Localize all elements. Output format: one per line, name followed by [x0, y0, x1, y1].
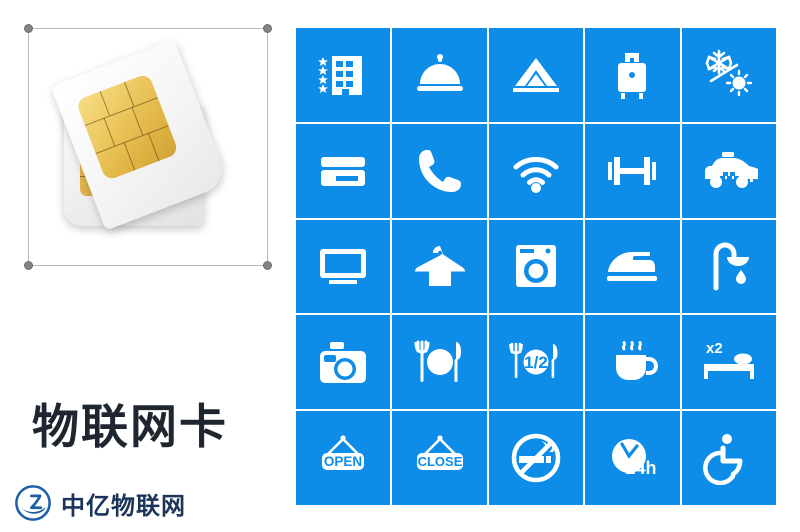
telephone-icon — [418, 149, 461, 192]
resize-handle-bottom-right[interactable] — [263, 261, 272, 270]
wheelchair-access-icon — [702, 434, 743, 486]
camera-icon — [320, 342, 367, 384]
dumbbell-gym-icon — [608, 156, 657, 185]
tile-telephone[interactable] — [392, 123, 487, 218]
frame-line-left — [28, 28, 29, 266]
restaurant-icon — [414, 340, 461, 383]
frame-line-bottom — [28, 265, 268, 266]
tile-wardrobe[interactable] — [392, 219, 487, 314]
tile-restaurant[interactable] — [392, 315, 487, 410]
tile-photography[interactable] — [296, 315, 391, 410]
washing-machine-icon — [515, 245, 556, 288]
watermark: 中亿物联网 — [14, 484, 186, 522]
tile-24-hour[interactable]: 24h — [585, 411, 680, 505]
credit-card-icon — [321, 156, 366, 186]
frame-line-top — [28, 28, 268, 29]
sim-card-illustration — [42, 39, 254, 248]
room-service-bell-icon — [416, 53, 463, 91]
zhongyi-circular-logo-icon — [15, 485, 51, 521]
double-bed-count-label: x2 — [706, 340, 723, 357]
frame-line-right — [267, 28, 268, 266]
hotel-stars-icon — [318, 55, 363, 95]
tile-no-smoking[interactable] — [488, 411, 584, 505]
24-hour-label: 24h — [626, 458, 657, 478]
tile-open-sign[interactable]: OPEN — [296, 411, 391, 505]
amenity-icon-grid: 1/2 x2 OPEN CLOSE 24h — [296, 28, 776, 505]
wifi-icon — [513, 156, 559, 193]
close-sign-label: CLOSE — [417, 454, 462, 469]
air-conditioning-icon — [705, 49, 752, 97]
page-title: 物联网卡 — [32, 400, 228, 455]
tile-gym[interactable] — [585, 123, 680, 218]
resize-handle-top-left[interactable] — [24, 24, 33, 33]
tile-credit-card[interactable] — [296, 123, 391, 218]
tile-wifi[interactable] — [488, 123, 584, 218]
tile-shower[interactable] — [681, 219, 776, 314]
tile-camping[interactable] — [488, 28, 584, 122]
double-bed-icon: x2 — [703, 340, 754, 380]
half-board-icon: 1/2 — [509, 342, 558, 379]
tile-wheelchair-access[interactable] — [681, 411, 776, 505]
tile-half-board[interactable]: 1/2 — [488, 315, 584, 410]
iron-icon — [607, 252, 658, 282]
tile-hotel-stars[interactable] — [296, 28, 391, 122]
tent-camping-icon — [512, 57, 559, 92]
24-hour-clock-icon: 24h — [612, 439, 657, 478]
tile-taxi[interactable] — [681, 123, 776, 218]
coffee-cup-icon — [616, 341, 659, 381]
tile-ironing[interactable] — [585, 219, 680, 314]
no-smoking-icon — [511, 433, 561, 483]
shower-icon — [713, 242, 749, 291]
resize-handle-bottom-left[interactable] — [24, 261, 33, 270]
half-board-label: 1/2 — [524, 353, 548, 372]
tile-close-sign[interactable]: CLOSE — [392, 411, 487, 505]
left-panel: 物联网卡 中亿物联网 — [0, 0, 290, 532]
tile-room-service[interactable] — [392, 28, 487, 122]
close-sign-icon: CLOSE — [416, 435, 463, 471]
sim-chip-front — [75, 72, 180, 182]
open-sign-icon: OPEN — [322, 435, 365, 471]
tile-laundry[interactable] — [488, 219, 584, 314]
open-sign-label: OPEN — [324, 454, 362, 469]
watermark-text: 中亿物联网 — [61, 491, 186, 520]
tile-luggage[interactable] — [585, 28, 680, 122]
tile-coffee[interactable] — [585, 315, 680, 410]
luggage-icon — [618, 52, 647, 99]
tile-double-bed[interactable]: x2 — [681, 315, 776, 410]
taxi-icon — [704, 151, 758, 188]
tile-television[interactable] — [296, 219, 391, 314]
resize-handle-top-right[interactable] — [263, 24, 272, 33]
television-icon — [320, 249, 367, 285]
tile-air-conditioning[interactable] — [681, 28, 776, 122]
clothes-hanger-icon — [414, 246, 465, 287]
